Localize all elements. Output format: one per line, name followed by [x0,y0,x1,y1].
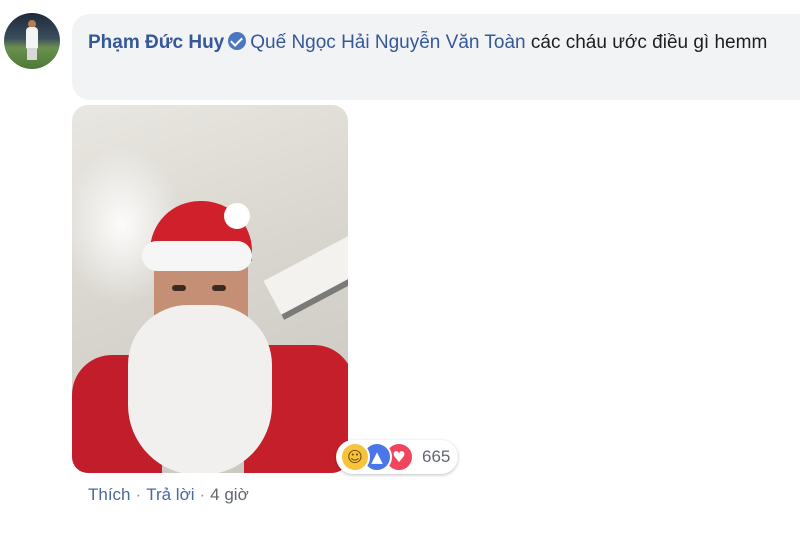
reply-button[interactable]: Trả lời [146,485,194,504]
photo-hat-band [142,241,252,271]
separator: · [199,485,206,504]
comment-bubble: Phạm Đức Huy Quế Ngọc Hải Nguyễn Văn Toàn… [72,14,800,100]
avatar-figure-body [26,27,38,49]
comment-photo[interactable] [72,105,348,473]
separator: · [135,485,142,504]
mention-link-1[interactable]: Quế Ngọc Hải [250,32,369,53]
comment-text: các cháu ước điều gì hemm [530,32,768,53]
photo-eye-left [172,285,186,291]
comment-container: Phạm Đức Huy Quế Ngọc Hải Nguyễn Văn Toàn… [0,0,800,533]
verified-badge-icon [228,32,247,50]
avatar[interactable] [4,13,60,69]
mention-link-2[interactable]: Nguyễn Văn Toàn [375,32,526,53]
reaction-count: 665 [422,447,451,466]
comment-author-link[interactable]: Phạm Đức Huy [88,32,224,53]
photo-beard [128,305,272,473]
reactions-summary[interactable]: ☺ ▲ ♥ 665 [336,440,459,474]
avatar-figure-legs [27,48,37,60]
comment-timestamp[interactable]: 4 giờ [210,485,249,504]
like-button[interactable]: Thích [88,485,131,504]
photo-air-conditioner [263,234,348,320]
photo-eye-right [212,285,226,291]
photo-hat-pom [224,203,250,229]
comment-body: Phạm Đức Huy Quế Ngọc Hải Nguyễn Văn Toàn… [88,28,788,57]
haha-icon: ☺ [340,442,370,472]
comment-actions: Thích · Trả lời · 4 giờ [88,485,249,505]
